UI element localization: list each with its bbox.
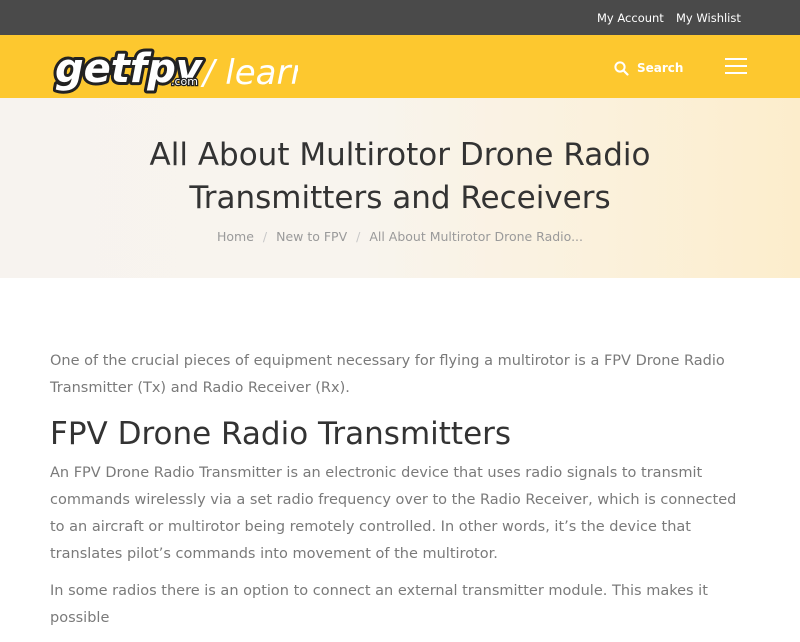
my-account-link[interactable]: My Account: [597, 11, 664, 25]
breadcrumb-separator: /: [262, 229, 268, 244]
body-paragraph: In some radios there is an option to con…: [50, 583, 708, 626]
search-icon: [614, 60, 629, 76]
body-paragraph: An FPV Drone Radio Transmitter is an ele…: [50, 465, 737, 562]
breadcrumb-new-to-fpv[interactable]: New to FPV: [276, 229, 347, 244]
getfpv-learn-logo[interactable]: getfpv .com / learn: [53, 42, 298, 94]
menu-icon[interactable]: [725, 58, 747, 74]
page-title-banner: All About Multirotor Drone Radio Transmi…: [0, 98, 800, 278]
site-header: getfpv .com / learn Search: [0, 35, 800, 98]
section-heading: FPV Drone Radio Transmitters: [50, 416, 512, 452]
logo-section: / learn: [200, 53, 298, 93]
my-wishlist-link[interactable]: My Wishlist: [676, 11, 741, 25]
breadcrumb-current: All About Multirotor Drone Radio...: [369, 229, 584, 244]
breadcrumb-separator: /: [356, 229, 361, 244]
search-label: Search: [637, 61, 684, 75]
breadcrumb: Home / New to FPV / All About Multirotor…: [0, 229, 800, 244]
breadcrumb-home[interactable]: Home: [217, 229, 254, 244]
page-title: All About Multirotor Drone Radio Transmi…: [149, 137, 651, 216]
top-bar: My Account My Wishlist: [0, 0, 800, 35]
logo-suffix: .com: [171, 75, 198, 88]
intro-paragraph: One of the crucial pieces of equipment n…: [50, 353, 725, 396]
article-content: One of the crucial pieces of equipment n…: [50, 348, 755, 642]
search-button[interactable]: Search: [614, 59, 683, 77]
